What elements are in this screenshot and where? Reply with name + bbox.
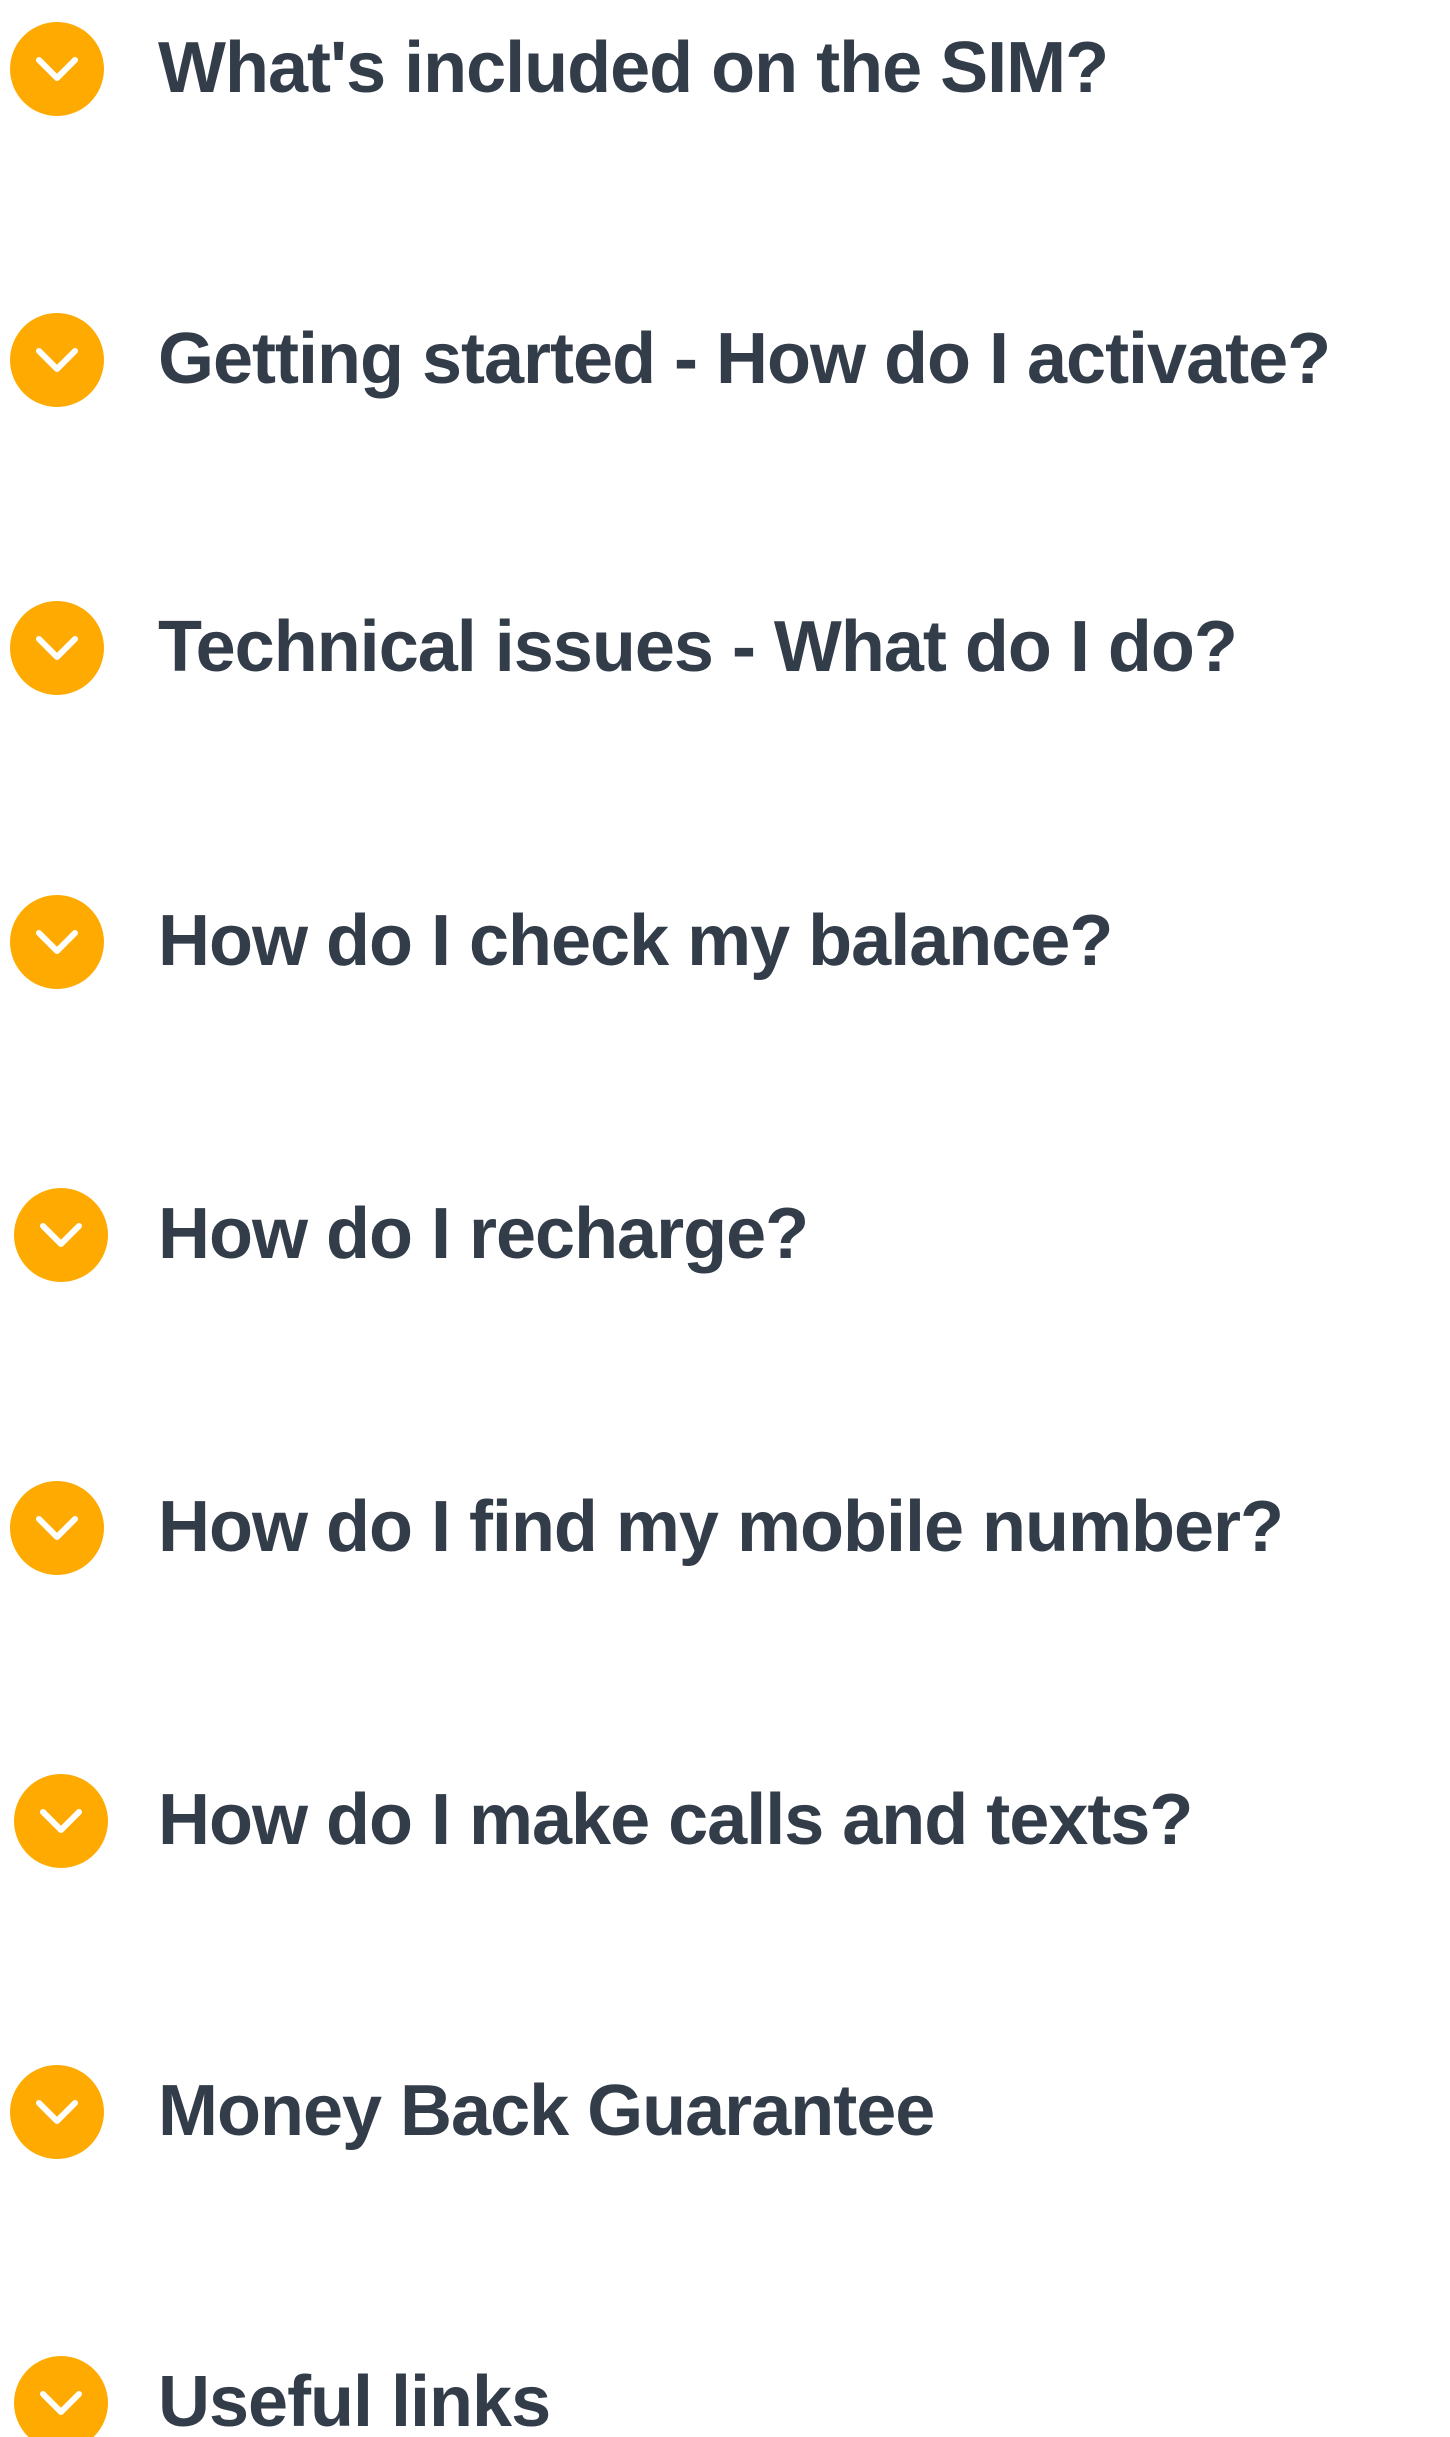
chevron-down-icon[interactable] [10, 2065, 104, 2159]
faq-item-sim-contents[interactable]: What's included on the SIM? [0, 13, 1450, 123]
faq-item-label: Getting started - How do I activate? [158, 319, 1331, 399]
chevron-down-icon[interactable] [14, 1774, 108, 1868]
faq-item-money-back[interactable]: Money Back Guarantee [0, 2056, 1450, 2166]
faq-item-label: Technical issues - What do I do? [158, 607, 1238, 687]
faq-item-recharge[interactable]: How do I recharge? [0, 1179, 1450, 1289]
faq-accordion: What's included on the SIM? Getting star… [0, 0, 1450, 2437]
faq-item-label: What's included on the SIM? [158, 28, 1109, 108]
faq-item-activate[interactable]: Getting started - How do I activate? [0, 304, 1450, 414]
chevron-down-icon[interactable] [10, 22, 104, 116]
faq-item-calls-texts[interactable]: How do I make calls and texts? [0, 1765, 1450, 1875]
faq-item-label: How do I find my mobile number? [158, 1487, 1284, 1567]
faq-item-label: Money Back Guarantee [158, 2071, 935, 2151]
faq-item-useful-links[interactable]: Useful links [0, 2347, 1450, 2437]
chevron-down-icon[interactable] [10, 313, 104, 407]
faq-item-check-balance[interactable]: How do I check my balance? [0, 886, 1450, 996]
chevron-down-icon[interactable] [10, 601, 104, 695]
chevron-down-icon[interactable] [14, 2356, 108, 2437]
chevron-down-icon[interactable] [10, 1481, 104, 1575]
chevron-down-icon[interactable] [10, 895, 104, 989]
faq-item-mobile-number[interactable]: How do I find my mobile number? [0, 1472, 1450, 1582]
faq-item-technical-issues[interactable]: Technical issues - What do I do? [0, 592, 1450, 702]
faq-item-label: How do I make calls and texts? [158, 1780, 1193, 1860]
faq-item-label: Useful links [158, 2362, 551, 2437]
faq-item-label: How do I recharge? [158, 1194, 809, 1274]
faq-item-label: How do I check my balance? [158, 901, 1113, 981]
chevron-down-icon[interactable] [14, 1188, 108, 1282]
